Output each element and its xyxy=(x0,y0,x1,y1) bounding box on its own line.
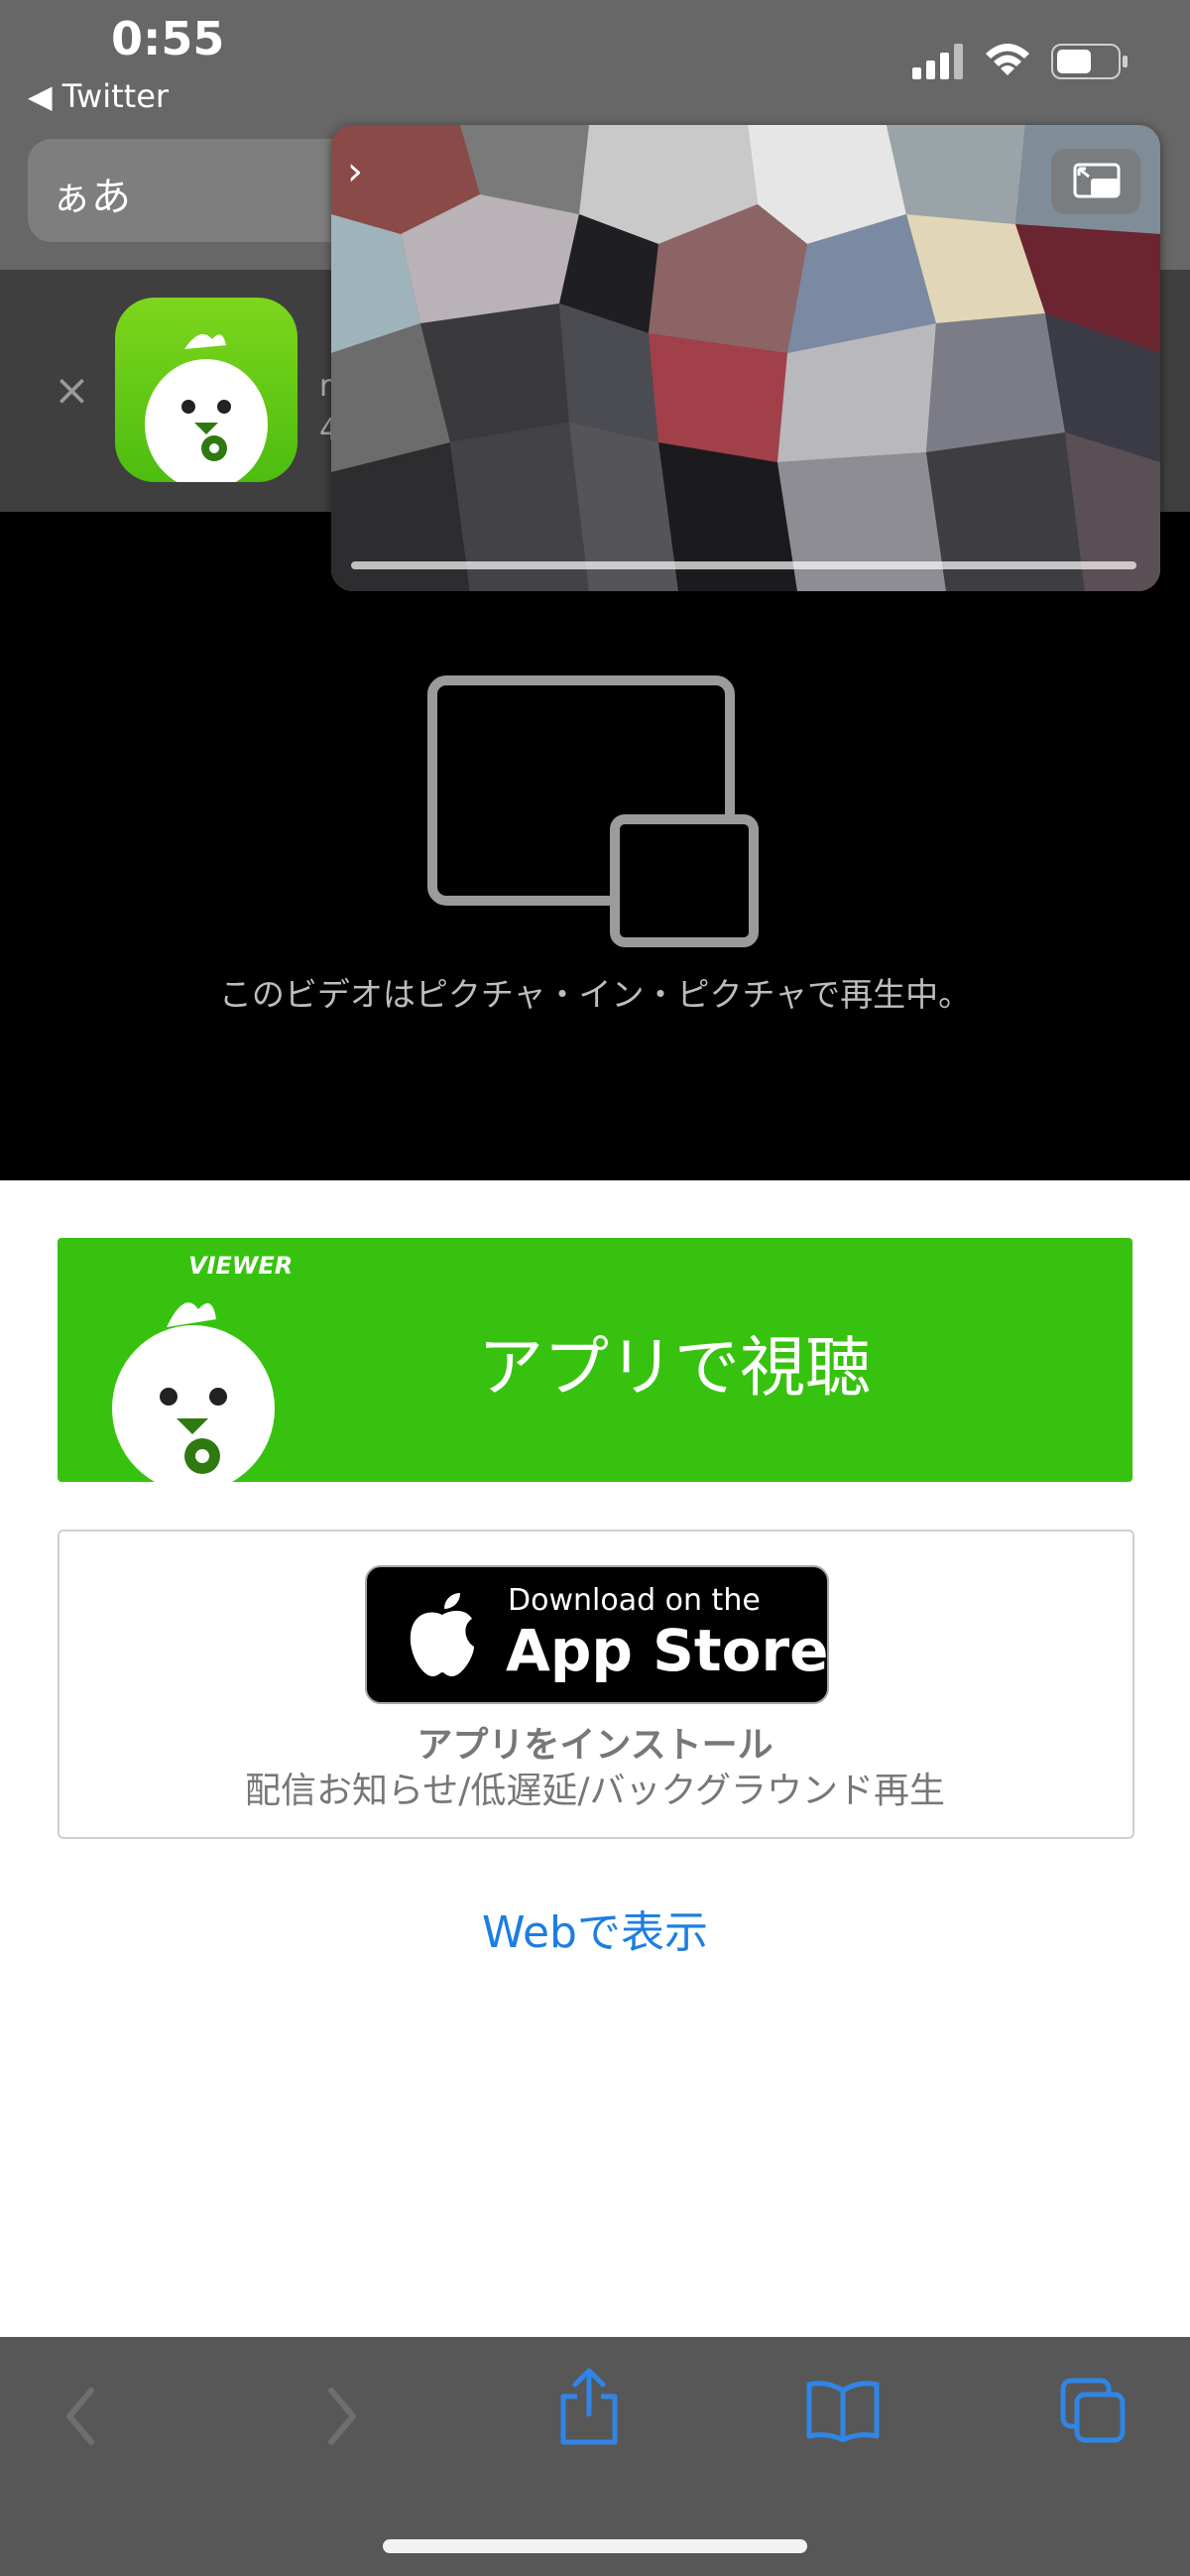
share-icon[interactable] xyxy=(557,2365,621,2448)
install-app-title: アプリをインストール xyxy=(416,1725,774,1766)
pip-video-window[interactable] xyxy=(331,125,1160,591)
wifi-icon xyxy=(986,44,1029,75)
text-size-button[interactable]: ぁあ xyxy=(52,165,131,222)
pip-video-frame xyxy=(331,125,1160,591)
tabs-icon[interactable] xyxy=(1059,2377,1129,2446)
twitcasting-app-icon[interactable] xyxy=(115,298,298,482)
bird-mascot-icon xyxy=(112,1302,275,1482)
pip-collapse-button[interactable]: › xyxy=(347,149,363,194)
apple-logo-icon xyxy=(410,1593,474,1676)
pip-restore-icon xyxy=(1073,163,1121,198)
banner-close-button[interactable]: × xyxy=(54,365,90,416)
view-on-web-link[interactable]: Webで表示 xyxy=(0,1897,1190,1960)
viewer-tag: VIEWER xyxy=(188,1252,294,1280)
pip-message: このビデオはピクチャ・イン・ピクチャで再生中。 xyxy=(218,975,972,1014)
home-indicator[interactable] xyxy=(383,2539,807,2553)
back-icon[interactable] xyxy=(61,2385,101,2448)
bird-mascot-icon xyxy=(145,333,268,482)
back-to-twitter-link[interactable]: ◀ Twitter xyxy=(28,77,169,115)
battery-icon xyxy=(1051,44,1128,79)
app-store-badge-big-text: App Store xyxy=(506,1617,829,1684)
pip-restore-button[interactable] xyxy=(1051,149,1140,214)
forward-icon[interactable] xyxy=(321,2385,361,2448)
watch-in-app-label: アプリで視聴 xyxy=(478,1329,871,1406)
status-time: 0:55 xyxy=(111,12,225,65)
picture-in-picture-icon xyxy=(427,675,759,947)
app-store-badge-small-text: Download on the xyxy=(508,1583,761,1618)
signal-icon xyxy=(912,44,963,79)
install-app-subtitle: 配信お知らせ/低遅延/バックグラウンド再生 xyxy=(244,1771,946,1811)
pip-progress-bar[interactable] xyxy=(351,561,1136,569)
bookmarks-icon[interactable] xyxy=(805,2379,881,2442)
